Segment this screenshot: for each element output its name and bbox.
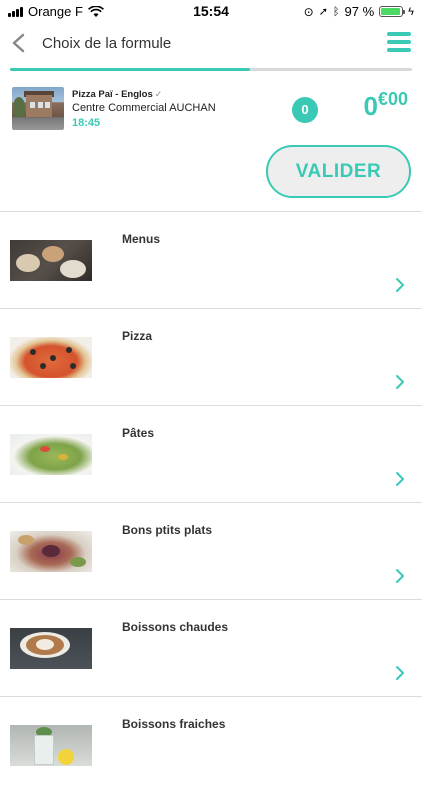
- category-image-pizza: [10, 337, 92, 378]
- category-label: Menus: [122, 232, 161, 246]
- category-image-menus: [10, 240, 92, 281]
- bluetooth-icon: ᛒ: [332, 5, 340, 18]
- page-title: Choix de la formule: [42, 35, 172, 52]
- location-icon: ➚: [318, 6, 328, 18]
- category-pizza[interactable]: Pizza: [0, 308, 422, 405]
- progress-bar: [10, 68, 412, 71]
- status-bar: Orange F 15:54 ⊙ ➚ ᛒ 97 % ϟ: [0, 0, 422, 22]
- category-boissons-fraiches[interactable]: Boissons fraiches: [0, 696, 422, 793]
- chevron-right-icon[interactable]: [394, 665, 406, 681]
- chevron-right-icon[interactable]: [394, 277, 406, 293]
- check-icon: ✓: [154, 89, 163, 99]
- battery-icon: [379, 6, 406, 17]
- shop-name-text: Pizza Paï - Englos: [72, 89, 153, 100]
- chevron-right-icon[interactable]: [394, 568, 406, 584]
- progress-fill: [10, 68, 250, 71]
- back-chevron-icon[interactable]: [8, 32, 30, 54]
- cart-count-badge: 0: [292, 97, 318, 123]
- chevron-right-icon[interactable]: [394, 471, 406, 487]
- category-label: Pâtes: [122, 426, 155, 440]
- category-image-plats: [10, 531, 92, 572]
- nav-bar: Choix de la formule: [0, 22, 422, 66]
- status-right: ⊙ ➚ ᛒ 97 % ϟ: [304, 4, 414, 19]
- category-image-boissons-chaudes: [10, 628, 92, 669]
- shop-photo: [12, 87, 64, 130]
- category-menus[interactable]: Menus: [0, 211, 422, 308]
- category-label: Boissons chaudes: [122, 620, 229, 634]
- category-image-boissons-fraiches: [10, 725, 92, 766]
- orientation-lock-icon: ⊙: [303, 4, 314, 19]
- category-list: Menus Pizza Pâtes Bons ptits plats Boiss…: [0, 211, 422, 793]
- category-pates[interactable]: Pâtes: [0, 405, 422, 502]
- battery-percent: 97 %: [344, 4, 375, 19]
- chevron-right-icon[interactable]: [394, 374, 406, 390]
- cart-total-price: 0€00: [363, 89, 408, 122]
- category-image-pates: [10, 434, 92, 475]
- category-boissons-chaudes[interactable]: Boissons chaudes: [0, 599, 422, 696]
- category-bons-ptits-plats[interactable]: Bons ptits plats: [0, 502, 422, 599]
- shop-location: Centre Commercial AUCHAN: [72, 102, 216, 114]
- validate-button[interactable]: VALIDER: [266, 145, 411, 198]
- price-cents: €00: [377, 89, 408, 109]
- charging-icon: ϟ: [408, 5, 414, 18]
- pickup-time: 18:45: [72, 117, 101, 129]
- category-label: Pizza: [122, 329, 153, 343]
- category-label: Boissons fraiches: [122, 717, 226, 731]
- price-integer: 0: [363, 91, 378, 121]
- hamburger-menu-icon[interactable]: [387, 32, 411, 54]
- category-label: Bons ptits plats: [122, 523, 213, 537]
- shop-name: Pizza Paï - Englos ✓: [72, 89, 162, 100]
